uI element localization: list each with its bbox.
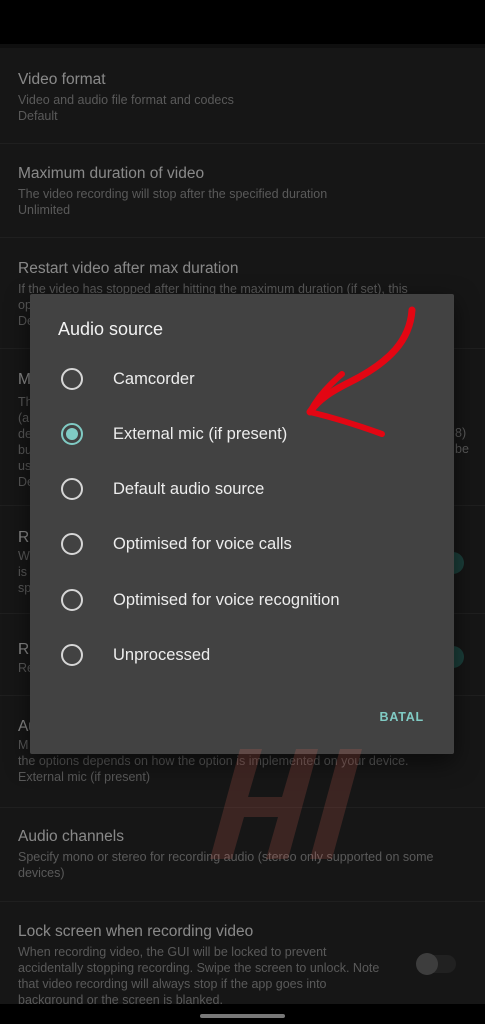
option-default-audio-source[interactable]: Default audio source: [30, 464, 454, 514]
radio-button[interactable]: [61, 368, 83, 390]
option-label: Default audio source: [113, 480, 265, 498]
option-label: External mic (if present): [113, 425, 288, 443]
radio-button[interactable]: [61, 533, 83, 555]
option-label: Optimised for voice recognition: [113, 591, 340, 609]
dialog-title: Audio source: [58, 319, 164, 339]
option-camcorder[interactable]: Camcorder: [30, 354, 454, 404]
option-voice-calls[interactable]: Optimised for voice calls: [30, 519, 454, 569]
option-label: Camcorder: [113, 370, 195, 388]
option-unprocessed[interactable]: Unprocessed: [30, 630, 454, 680]
option-label: Unprocessed: [113, 646, 211, 664]
cancel-button[interactable]: BATAL: [380, 710, 425, 724]
option-external-mic[interactable]: External mic (if present): [30, 409, 454, 459]
radio-button[interactable]: [61, 644, 83, 666]
option-label: Optimised for voice calls: [113, 535, 292, 553]
option-voice-recognition[interactable]: Optimised for voice recognition: [30, 575, 454, 625]
radio-button[interactable]: [61, 478, 83, 500]
radio-button[interactable]: [61, 589, 83, 611]
radio-button-selected[interactable]: [61, 423, 83, 445]
audio-source-dialog: Audio source Camcorder External mic (if …: [30, 294, 454, 859]
